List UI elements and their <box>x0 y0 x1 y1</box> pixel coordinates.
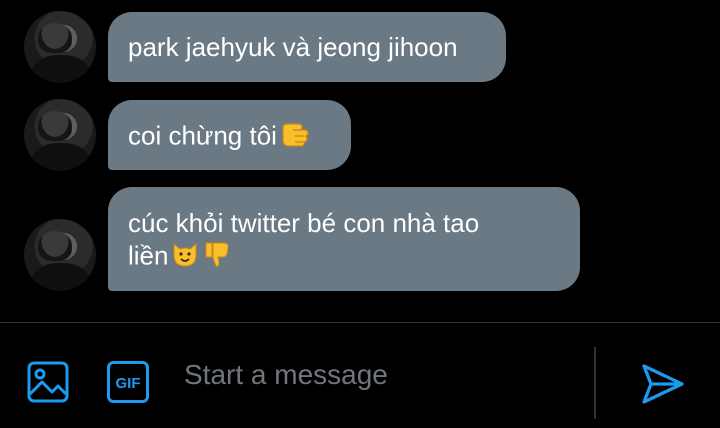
avatar[interactable] <box>24 99 96 171</box>
message-composer: GIF <box>0 323 720 428</box>
avatar[interactable] <box>24 219 96 291</box>
avatar[interactable] <box>24 11 96 83</box>
image-icon[interactable] <box>26 360 70 404</box>
message-row: coi chừng tôi <box>0 98 720 172</box>
send-icon[interactable] <box>636 358 688 410</box>
composer-separator <box>594 347 596 419</box>
message-bubble[interactable]: park jaehyuk và jeong jihoon <box>108 12 506 82</box>
thumbs-down-emoji <box>202 239 232 276</box>
cat-face-emoji <box>170 239 200 276</box>
message-row: park jaehyuk và jeong jihoon <box>0 10 720 84</box>
message-row: cúc khỏi twitter bé con nhà tao liền <box>0 186 720 292</box>
gif-icon[interactable]: GIF <box>106 360 150 404</box>
backhand-index-pointing-right-emoji <box>279 119 311 156</box>
message-bubble[interactable]: coi chừng tôi <box>108 100 351 170</box>
message-text: park jaehyuk và jeong jihoon <box>128 32 458 62</box>
message-text: liền <box>128 240 169 271</box>
message-input[interactable] <box>184 353 584 397</box>
message-thread: park jaehyuk và jeong jihoon coi chừng t… <box>0 0 720 322</box>
gif-label: GIF <box>116 375 141 392</box>
message-text: coi chừng tôi <box>128 120 277 151</box>
message-bubble[interactable]: cúc khỏi twitter bé con nhà tao liền <box>108 187 580 291</box>
message-text: cúc khỏi twitter bé con nhà tao <box>128 208 480 238</box>
